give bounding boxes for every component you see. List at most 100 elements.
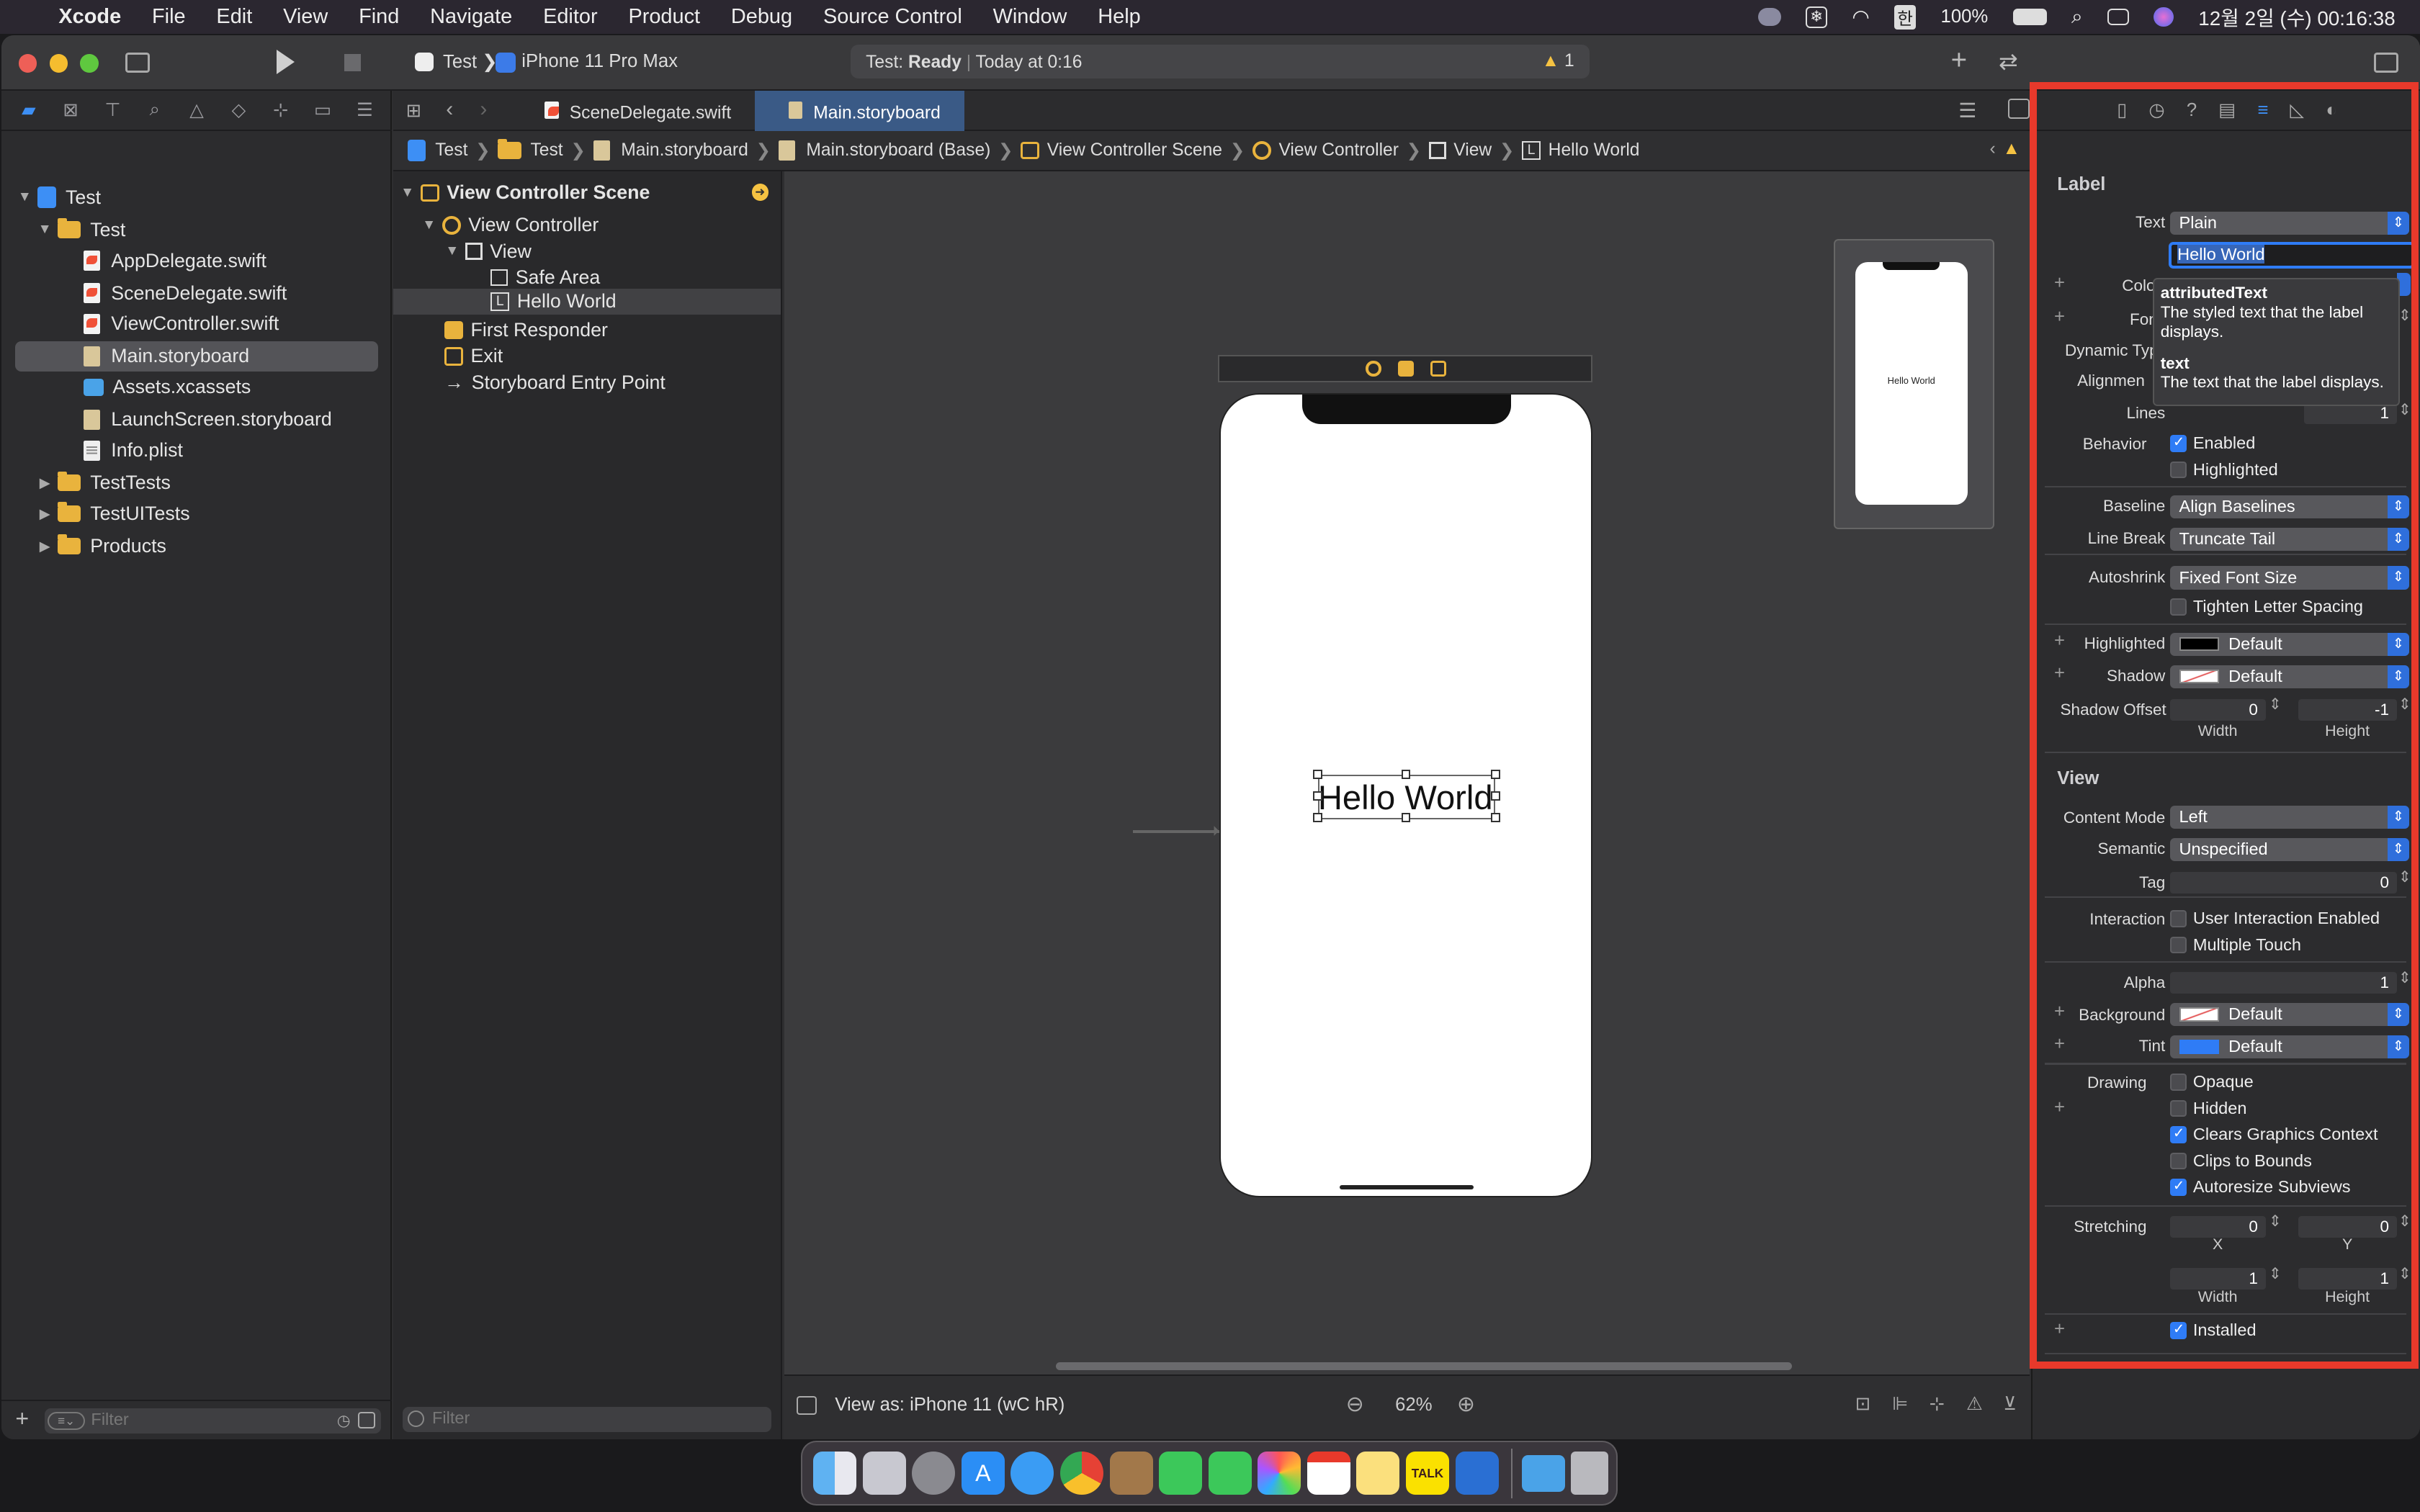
photos-icon[interactable] [1258,1452,1301,1495]
zoom-out-icon[interactable]: ⊖ [1346,1392,1364,1417]
chevron-down-icon[interactable]: ▼ [400,185,415,201]
tab-main-storyboard[interactable]: Main.storyboard [754,91,965,132]
scm-filter-icon[interactable] [358,1411,375,1429]
code-review-icon[interactable]: ⇄ [1999,48,2018,75]
chevron-down-icon[interactable]: ▼ [37,222,52,238]
debug-icon[interactable]: ⊹ [269,98,293,122]
control-center-icon[interactable] [2107,8,2129,26]
zoom-in-icon[interactable]: ⊕ [1457,1392,1475,1417]
trash-icon[interactable] [1571,1452,1608,1495]
test-icon[interactable]: ◇ [226,98,251,122]
chevron-left-icon[interactable]: ‹ [1990,139,1996,159]
menu-editor[interactable]: Editor [543,5,598,29]
view-as-button[interactable]: View as: iPhone 11 (wC hR) [835,1395,1065,1416]
zoom-level[interactable]: 62% [1395,1395,1432,1416]
outline-toggle-icon[interactable] [796,1396,817,1415]
editor-options-icon[interactable]: ☰ [1958,99,1976,122]
update-frames-icon[interactable]: ⊡ [1855,1393,1871,1415]
related-items-icon[interactable]: ⊞ [406,100,422,122]
menu-app-name[interactable]: Xcode [58,5,121,29]
stop-button[interactable] [344,53,362,71]
warning-indicator[interactable]: ▲ 1 [1542,51,1574,71]
breadcrumb-item[interactable]: View Controller Scene [1047,140,1222,161]
tab-scene-delegate[interactable]: SceneDelegate.swift [523,91,754,131]
scheme-selector[interactable]: Test ❯ [443,51,498,73]
notes-icon[interactable] [1356,1452,1400,1495]
add-library-button[interactable]: + [1951,45,1968,76]
source-control-icon[interactable]: ⊠ [58,98,83,122]
folder-icon[interactable]: ▰ [17,98,41,122]
resize-handle[interactable] [1401,813,1411,822]
outline-item-selected[interactable]: L Hello World [490,289,617,315]
pin-icon[interactable]: ⊹ [1930,1393,1945,1415]
tree-file[interactable]: Info.plist [83,435,183,466]
siri-icon[interactable] [2154,6,2174,27]
breadcrumb-item[interactable]: Hello World [1549,140,1640,161]
tree-file-selected[interactable]: Main.storyboard [83,341,249,372]
menu-file[interactable]: File [152,5,186,29]
kakaotalk-icon[interactable]: TALK [1405,1452,1449,1495]
spotlight-search-icon[interactable]: ⌕ [2071,5,2083,29]
exit-icon[interactable] [1430,361,1446,377]
minimap[interactable]: Hello World [1833,239,1994,529]
menu-debug[interactable]: Debug [731,5,792,29]
facetime-icon[interactable] [1159,1452,1203,1495]
tree-group[interactable]: ▶ TestTests [37,467,171,498]
outline-filter-field[interactable]: Filter [403,1407,772,1432]
safari-icon[interactable] [1010,1452,1054,1495]
chevron-down-icon[interactable]: ▼ [444,243,460,259]
run-button[interactable] [276,49,295,74]
chevron-right-icon[interactable]: ▶ [37,538,52,555]
app-store-icon[interactable]: A [961,1452,1005,1495]
menu-navigate[interactable]: Navigate [430,5,512,29]
chevron-right-icon[interactable]: ▶ [37,474,52,492]
horizontal-scrollbar[interactable] [1055,1362,1792,1370]
breadcrumb-item[interactable]: View Controller [1278,140,1399,161]
breadcrumb-item[interactable]: Test [530,140,563,161]
navigator-filter-field[interactable]: ≡⌄ Filter ◷ [45,1408,382,1434]
downloads-folder-icon[interactable] [1521,1454,1565,1492]
breakpoint-icon[interactable]: ▭ [310,98,335,122]
menu-find[interactable]: Find [359,5,399,29]
menu-product[interactable]: Product [628,5,700,29]
xcode-icon[interactable] [1455,1452,1499,1495]
resize-handle[interactable] [1490,770,1500,779]
tree-group[interactable]: ▶ Products [37,531,166,562]
system-preferences-icon[interactable] [912,1452,956,1495]
iphone-view[interactable]: Hello World [1219,393,1593,1197]
resize-handle[interactable] [1490,813,1500,822]
menu-window[interactable]: Window [993,5,1067,29]
chevron-right-icon[interactable]: ▶ [37,505,52,523]
resize-handle[interactable] [1313,813,1323,822]
menu-clock[interactable]: 12월 2일 (수) 00:16:38 [2198,3,2395,32]
contacts-icon[interactable] [1109,1452,1153,1495]
chrome-icon[interactable] [1059,1452,1103,1495]
tree-file[interactable]: Assets.xcassets [83,372,251,402]
breadcrumb-item[interactable]: Main.storyboard (Base) [806,140,990,161]
input-source-icon[interactable]: 한 [1894,4,1917,30]
messages-icon[interactable] [1208,1452,1252,1495]
resize-handle[interactable] [1313,791,1323,801]
report-icon[interactable]: ☰ [352,98,377,122]
menu-view[interactable]: View [283,5,328,29]
sidebar-toggle-icon[interactable] [125,52,150,73]
breadcrumb-item[interactable]: Test [435,140,467,161]
filter-options-icon[interactable]: ≡⌄ [48,1411,85,1431]
outline-item[interactable]: → Storyboard Entry Point [444,367,666,398]
wifi-icon[interactable]: ◠ [1852,5,1869,29]
launchpad-icon[interactable] [862,1452,906,1495]
recent-files-icon[interactable]: ◷ [337,1412,351,1430]
scene-dock[interactable] [1217,354,1593,383]
view-controller-icon[interactable] [1366,361,1381,377]
align-icon[interactable]: ⊫ [1892,1393,1908,1415]
finder-icon[interactable] [813,1452,857,1495]
chat-bubble-icon[interactable] [1757,7,1781,27]
battery-icon[interactable] [2012,8,2047,26]
find-icon[interactable]: ⌕ [143,98,167,122]
warning-icon[interactable]: ▲ [2003,139,2020,159]
tree-project[interactable]: ▼ Test [17,182,101,213]
back-arrow-icon[interactable]: ‹ [446,97,453,122]
chevron-down-icon[interactable]: ▼ [421,217,436,233]
tree-file[interactable]: SceneDelegate.swift [83,278,287,309]
zoom-window-button[interactable] [80,53,99,73]
